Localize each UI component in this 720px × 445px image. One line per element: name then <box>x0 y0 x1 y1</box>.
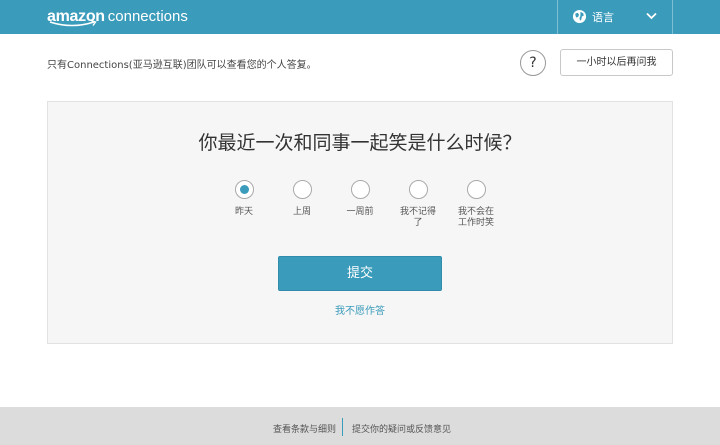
feedback-link[interactable]: 提交你的疑问或反馈意见 <box>352 422 451 435</box>
option-label: 一周前 <box>346 207 374 217</box>
language-selector[interactable]: 语言 <box>557 0 673 34</box>
option-label: 昨天 <box>234 207 253 217</box>
option-over-a-week-ago[interactable]: 一周前 <box>330 180 390 218</box>
footer: 查看条款与细则 提交你的疑问或反馈意见 <box>0 407 720 445</box>
globe-icon <box>572 9 587 24</box>
option-label: 我不记得了 <box>399 207 436 228</box>
top-nav-bar: amazon connections 语言 <box>0 0 720 34</box>
survey-card: 你最近一次和同事一起笑是什么时候？ 昨天 上周 一周前 我不记得了 我不会在工作… <box>47 101 673 344</box>
amazon-smile-icon <box>49 20 97 27</box>
submit-button[interactable]: 提交 <box>278 256 442 291</box>
help-button[interactable]: ? <box>520 50 546 76</box>
radio-button[interactable] <box>408 180 428 199</box>
option-label: 我不会在工作时笑 <box>457 207 494 228</box>
chevron-down-icon <box>646 12 657 20</box>
radio-button[interactable] <box>466 180 486 199</box>
survey-question: 你最近一次和同事一起笑是什么时候？ <box>198 132 522 154</box>
terms-link[interactable]: 查看条款与细则 <box>273 422 336 435</box>
footer-divider <box>342 418 343 436</box>
radio-button[interactable] <box>292 180 312 199</box>
option-label: 上周 <box>292 207 311 217</box>
option-yesterday[interactable]: 昨天 <box>214 180 274 218</box>
radio-button[interactable] <box>350 180 370 199</box>
privacy-info-text: 只有Connections(亚马逊互联)团队可以查看您的个人答复。 <box>47 60 317 71</box>
logo-product: connections <box>107 8 188 25</box>
option-last-week[interactable]: 上周 <box>272 180 332 218</box>
option-never-laugh-at-work[interactable]: 我不会在工作时笑 <box>446 180 506 229</box>
language-label: 语言 <box>592 11 614 24</box>
amazon-connections-logo[interactable]: amazon connections <box>47 6 188 28</box>
option-dont-remember[interactable]: 我不记得了 <box>388 180 448 229</box>
ask-later-button[interactable]: 一小时以后再问我 <box>560 49 673 76</box>
decline-to-answer-link[interactable]: 我不愿作答 <box>48 302 672 317</box>
radio-button-selected[interactable] <box>234 180 254 199</box>
